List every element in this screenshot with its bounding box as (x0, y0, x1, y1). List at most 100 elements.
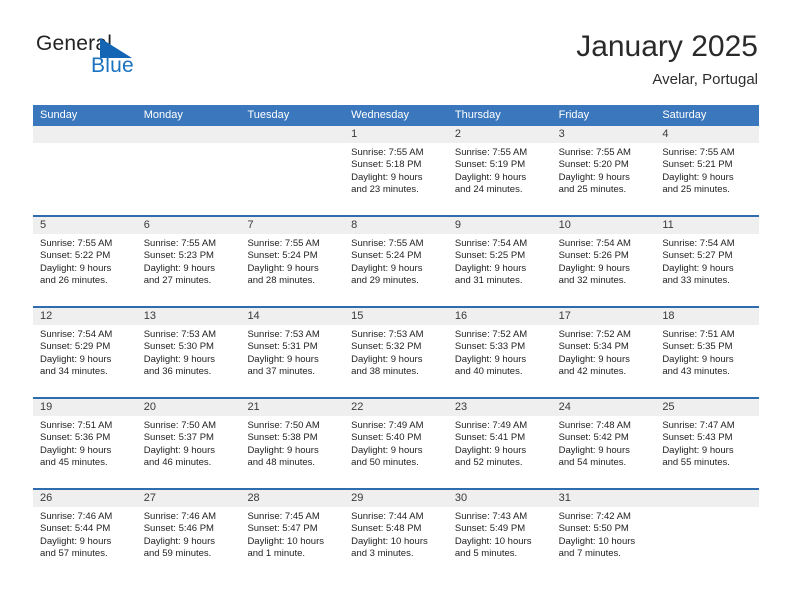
day-number: 15 (344, 308, 448, 325)
day-cell-22[interactable]: 22 Sunrise: 7:49 AM Sunset: 5:40 PM Dayligh… (344, 399, 448, 488)
day-cell-19[interactable]: 19 Sunrise: 7:51 AM Sunset: 5:36 PM Dayligh… (33, 399, 137, 488)
day-cell-31[interactable]: 31 Sunrise: 7:42 AM Sunset: 5:50 PM Dayligh… (551, 490, 656, 579)
day-info-line: Sunset: 5:26 PM (558, 250, 629, 262)
day-number: 13 (136, 308, 241, 325)
day-number: 12 (33, 308, 137, 325)
day-info-line: and 52 minutes. (454, 457, 523, 469)
day-cell-26[interactable]: 26 Sunrise: 7:46 AM Sunset: 5:44 PM Dayligh… (33, 490, 137, 579)
day-info-line: Sunrise: 7:55 AM (558, 147, 631, 158)
day-info-line: Daylight: 9 hours (143, 444, 216, 456)
day-cell-8[interactable]: 8 Sunrise: 7:55 AM Sunset: 5:24 PM Daylight… (344, 217, 448, 306)
day-info-line: Daylight: 9 hours (454, 262, 527, 274)
day-info-line: Sunrise: 7:42 AM (558, 511, 631, 522)
day-cell-14[interactable]: 14 Sunrise: 7:53 AM Sunset: 5:31 PM Dayligh… (240, 308, 345, 397)
day-cell-16[interactable]: 16 Sunrise: 7:52 AM Sunset: 5:33 PM Dayligh… (447, 308, 552, 397)
day-info-line: and 43 minutes. (662, 366, 730, 378)
title-block: January 2025 Avelar, Portugal (576, 30, 758, 90)
day-info-line: Daylight: 9 hours (662, 353, 734, 365)
logo-text-blue: Blue (91, 54, 134, 77)
day-cell-15[interactable]: 15 Sunrise: 7:53 AM Sunset: 5:32 PM Dayligh… (344, 308, 448, 397)
day-cell-7[interactable]: 7 Sunrise: 7:55 AM Sunset: 5:24 PM Daylight… (240, 217, 345, 306)
day-cell-24[interactable]: 24 Sunrise: 7:48 AM Sunset: 5:42 PM Dayligh… (551, 399, 656, 488)
day-info-line: Daylight: 9 hours (558, 353, 630, 365)
day-cell-18[interactable]: 18 Sunrise: 7:51 AM Sunset: 5:35 PM Dayligh… (655, 308, 760, 397)
day-sun-info: Sunrise: 7:52 AM Sunset: 5:33 PM Daylight:… (448, 325, 552, 379)
day-cell-3[interactable]: 3 Sunrise: 7:55 AM Sunset: 5:20 PM Daylight… (551, 126, 656, 215)
day-info-line: Sunset: 5:29 PM (40, 341, 111, 353)
day-info-line: and 31 minutes. (454, 275, 523, 287)
day-info-line: Daylight: 9 hours (558, 171, 630, 183)
day-info-line: Sunset: 5:42 PM (558, 432, 629, 444)
day-info-line: Sunset: 5:32 PM (351, 341, 422, 353)
general-blue-logo[interactable]: General Blue (34, 30, 234, 88)
day-number: 21 (240, 399, 345, 416)
day-info-line: and 29 minutes. (351, 275, 419, 287)
day-info-line: Sunrise: 7:55 AM (143, 238, 217, 249)
calendar-grid: Sunday Monday Tuesday Wednesday Thursday Frid… (33, 105, 760, 579)
day-number (655, 490, 760, 507)
day-cell-29[interactable]: 29 Sunrise: 7:44 AM Sunset: 5:48 PM Dayligh… (344, 490, 448, 579)
day-info-line: Daylight: 9 hours (247, 353, 319, 365)
day-number (33, 126, 137, 143)
day-info-line: Daylight: 9 hours (454, 353, 527, 365)
calendar-week-row: 12 Sunrise: 7:54 AM Sunset: 5:29 PM Dayligh… (33, 306, 760, 397)
day-sun-info (240, 143, 344, 147)
day-cell-6[interactable]: 6 Sunrise: 7:55 AM Sunset: 5:23 PM Daylight… (136, 217, 241, 306)
day-cell-25[interactable]: 25 Sunrise: 7:47 AM Sunset: 5:43 PM Dayligh… (655, 399, 760, 488)
day-number (240, 126, 345, 143)
day-info-line: and 57 minutes. (40, 548, 108, 560)
day-sun-info (655, 507, 759, 511)
location-subtitle: Avelar, Portugal (652, 71, 758, 88)
day-number: 22 (344, 399, 448, 416)
day-info-line: and 25 minutes. (558, 184, 627, 196)
day-info-line: Daylight: 9 hours (143, 353, 216, 365)
day-number: 17 (551, 308, 656, 325)
calendar-week-row: 19 Sunrise: 7:51 AM Sunset: 5:36 PM Dayligh… (33, 397, 760, 488)
day-info-line: and 27 minutes. (143, 275, 212, 287)
day-info-line: and 28 minutes. (247, 275, 316, 287)
weekday-header-row: Sunday Monday Tuesday Wednesday Thursday Frid… (33, 105, 759, 126)
day-cell-30[interactable]: 30 Sunrise: 7:43 AM Sunset: 5:49 PM Dayligh… (447, 490, 552, 579)
day-sun-info: Sunrise: 7:50 AM Sunset: 5:37 PM Daylight:… (137, 416, 241, 470)
day-info-line: Sunrise: 7:46 AM (40, 511, 113, 522)
day-number: 6 (136, 217, 241, 234)
day-cell-5[interactable]: 5 Sunrise: 7:55 AM Sunset: 5:22 PM Daylight… (33, 217, 137, 306)
day-info-line: Sunset: 5:49 PM (454, 523, 526, 535)
day-number: 20 (136, 399, 241, 416)
day-cell-17[interactable]: 17 Sunrise: 7:52 AM Sunset: 5:34 PM Dayligh… (551, 308, 656, 397)
day-cell-11[interactable]: 11 Sunrise: 7:54 AM Sunset: 5:27 PM Dayligh… (655, 217, 760, 306)
day-info-line: Daylight: 9 hours (351, 262, 423, 274)
day-info-line: and 54 minutes. (558, 457, 627, 469)
day-number: 16 (447, 308, 552, 325)
day-cell-12[interactable]: 12 Sunrise: 7:54 AM Sunset: 5:29 PM Dayligh… (33, 308, 137, 397)
day-cell-1[interactable]: 1 Sunrise: 7:55 AM Sunset: 5:18 PM Daylight… (344, 126, 448, 215)
day-info-line: Daylight: 9 hours (143, 262, 216, 274)
day-cell-20[interactable]: 20 Sunrise: 7:50 AM Sunset: 5:37 PM Dayligh… (136, 399, 241, 488)
day-info-line: Sunset: 5:27 PM (662, 250, 733, 262)
day-info-line: and 48 minutes. (247, 457, 316, 469)
day-info-line: Sunrise: 7:51 AM (40, 420, 113, 431)
day-sun-info: Sunrise: 7:55 AM Sunset: 5:18 PM Daylight:… (344, 143, 448, 197)
day-sun-info: Sunrise: 7:54 AM Sunset: 5:27 PM Daylight:… (655, 234, 759, 288)
day-cell-9[interactable]: 9 Sunrise: 7:54 AM Sunset: 5:25 PM Daylight… (447, 217, 552, 306)
day-cell-10[interactable]: 10 Sunrise: 7:54 AM Sunset: 5:26 PM Dayligh… (551, 217, 656, 306)
day-info-line: Daylight: 9 hours (40, 444, 112, 456)
day-info-line: Sunset: 5:24 PM (351, 250, 422, 262)
weekday-header-wednesday: Wednesday (351, 109, 410, 121)
day-cell-21[interactable]: 21 Sunrise: 7:50 AM Sunset: 5:38 PM Dayligh… (240, 399, 345, 488)
day-info-line: Sunrise: 7:50 AM (143, 420, 217, 431)
day-info-line: Daylight: 9 hours (40, 353, 112, 365)
day-cell-13[interactable]: 13 Sunrise: 7:53 AM Sunset: 5:30 PM Dayligh… (136, 308, 241, 397)
day-number: 30 (447, 490, 552, 507)
day-cell-27[interactable]: 27 Sunrise: 7:46 AM Sunset: 5:46 PM Dayligh… (136, 490, 241, 579)
day-info-line: and 55 minutes. (662, 457, 730, 469)
day-info-line: Daylight: 9 hours (558, 444, 630, 456)
day-sun-info: Sunrise: 7:54 AM Sunset: 5:26 PM Daylight:… (552, 234, 656, 288)
day-cell-23[interactable]: 23 Sunrise: 7:49 AM Sunset: 5:41 PM Dayligh… (447, 399, 552, 488)
day-cell-2[interactable]: 2 Sunrise: 7:55 AM Sunset: 5:19 PM Daylight… (447, 126, 552, 215)
day-cell-28[interactable]: 28 Sunrise: 7:45 AM Sunset: 5:47 PM Dayligh… (240, 490, 345, 579)
day-info-line: Sunset: 5:36 PM (40, 432, 111, 444)
weekday-header-saturday: Saturday (662, 109, 707, 121)
day-number: 11 (655, 217, 760, 234)
day-cell-4[interactable]: 4 Sunrise: 7:55 AM Sunset: 5:21 PM Daylight… (655, 126, 760, 215)
